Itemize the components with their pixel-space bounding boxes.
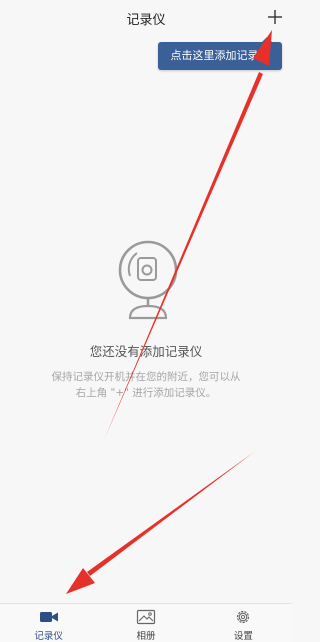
empty-state-description: 保持记录仪开机并在您的附近，您可以从右上角 "+" 进行添加记录仪。 — [51, 371, 241, 399]
header-bar: 记录仪 — [0, 0, 292, 38]
empty-state-title: 您还没有添加记录仪 — [89, 344, 203, 359]
tab-recorder[interactable]: 记录仪 — [0, 604, 97, 642]
add-recorder-button[interactable] — [264, 6, 286, 28]
photo-icon — [136, 609, 156, 625]
arrowhead-down-left — [66, 568, 95, 594]
dashcam-icon — [116, 238, 180, 322]
tab-recorder-label: 记录仪 — [34, 631, 63, 642]
tab-settings[interactable]: 设置 — [195, 604, 292, 642]
camera-icon — [39, 612, 58, 622]
gear-icon — [237, 610, 250, 624]
page-title: 记录仪 — [126, 13, 166, 28]
add-recorder-tooltip[interactable]: 点击这里添加记录仪 — [158, 37, 282, 70]
tab-album[interactable]: 相册 — [97, 604, 194, 642]
tab-album-label: 相册 — [136, 631, 156, 642]
plus-icon — [268, 10, 282, 24]
tab-settings-label: 设置 — [233, 631, 253, 642]
arrow-down-left — [87, 452, 254, 576]
bottom-tab-bar: 记录仪 相册 设置 — [0, 603, 292, 642]
